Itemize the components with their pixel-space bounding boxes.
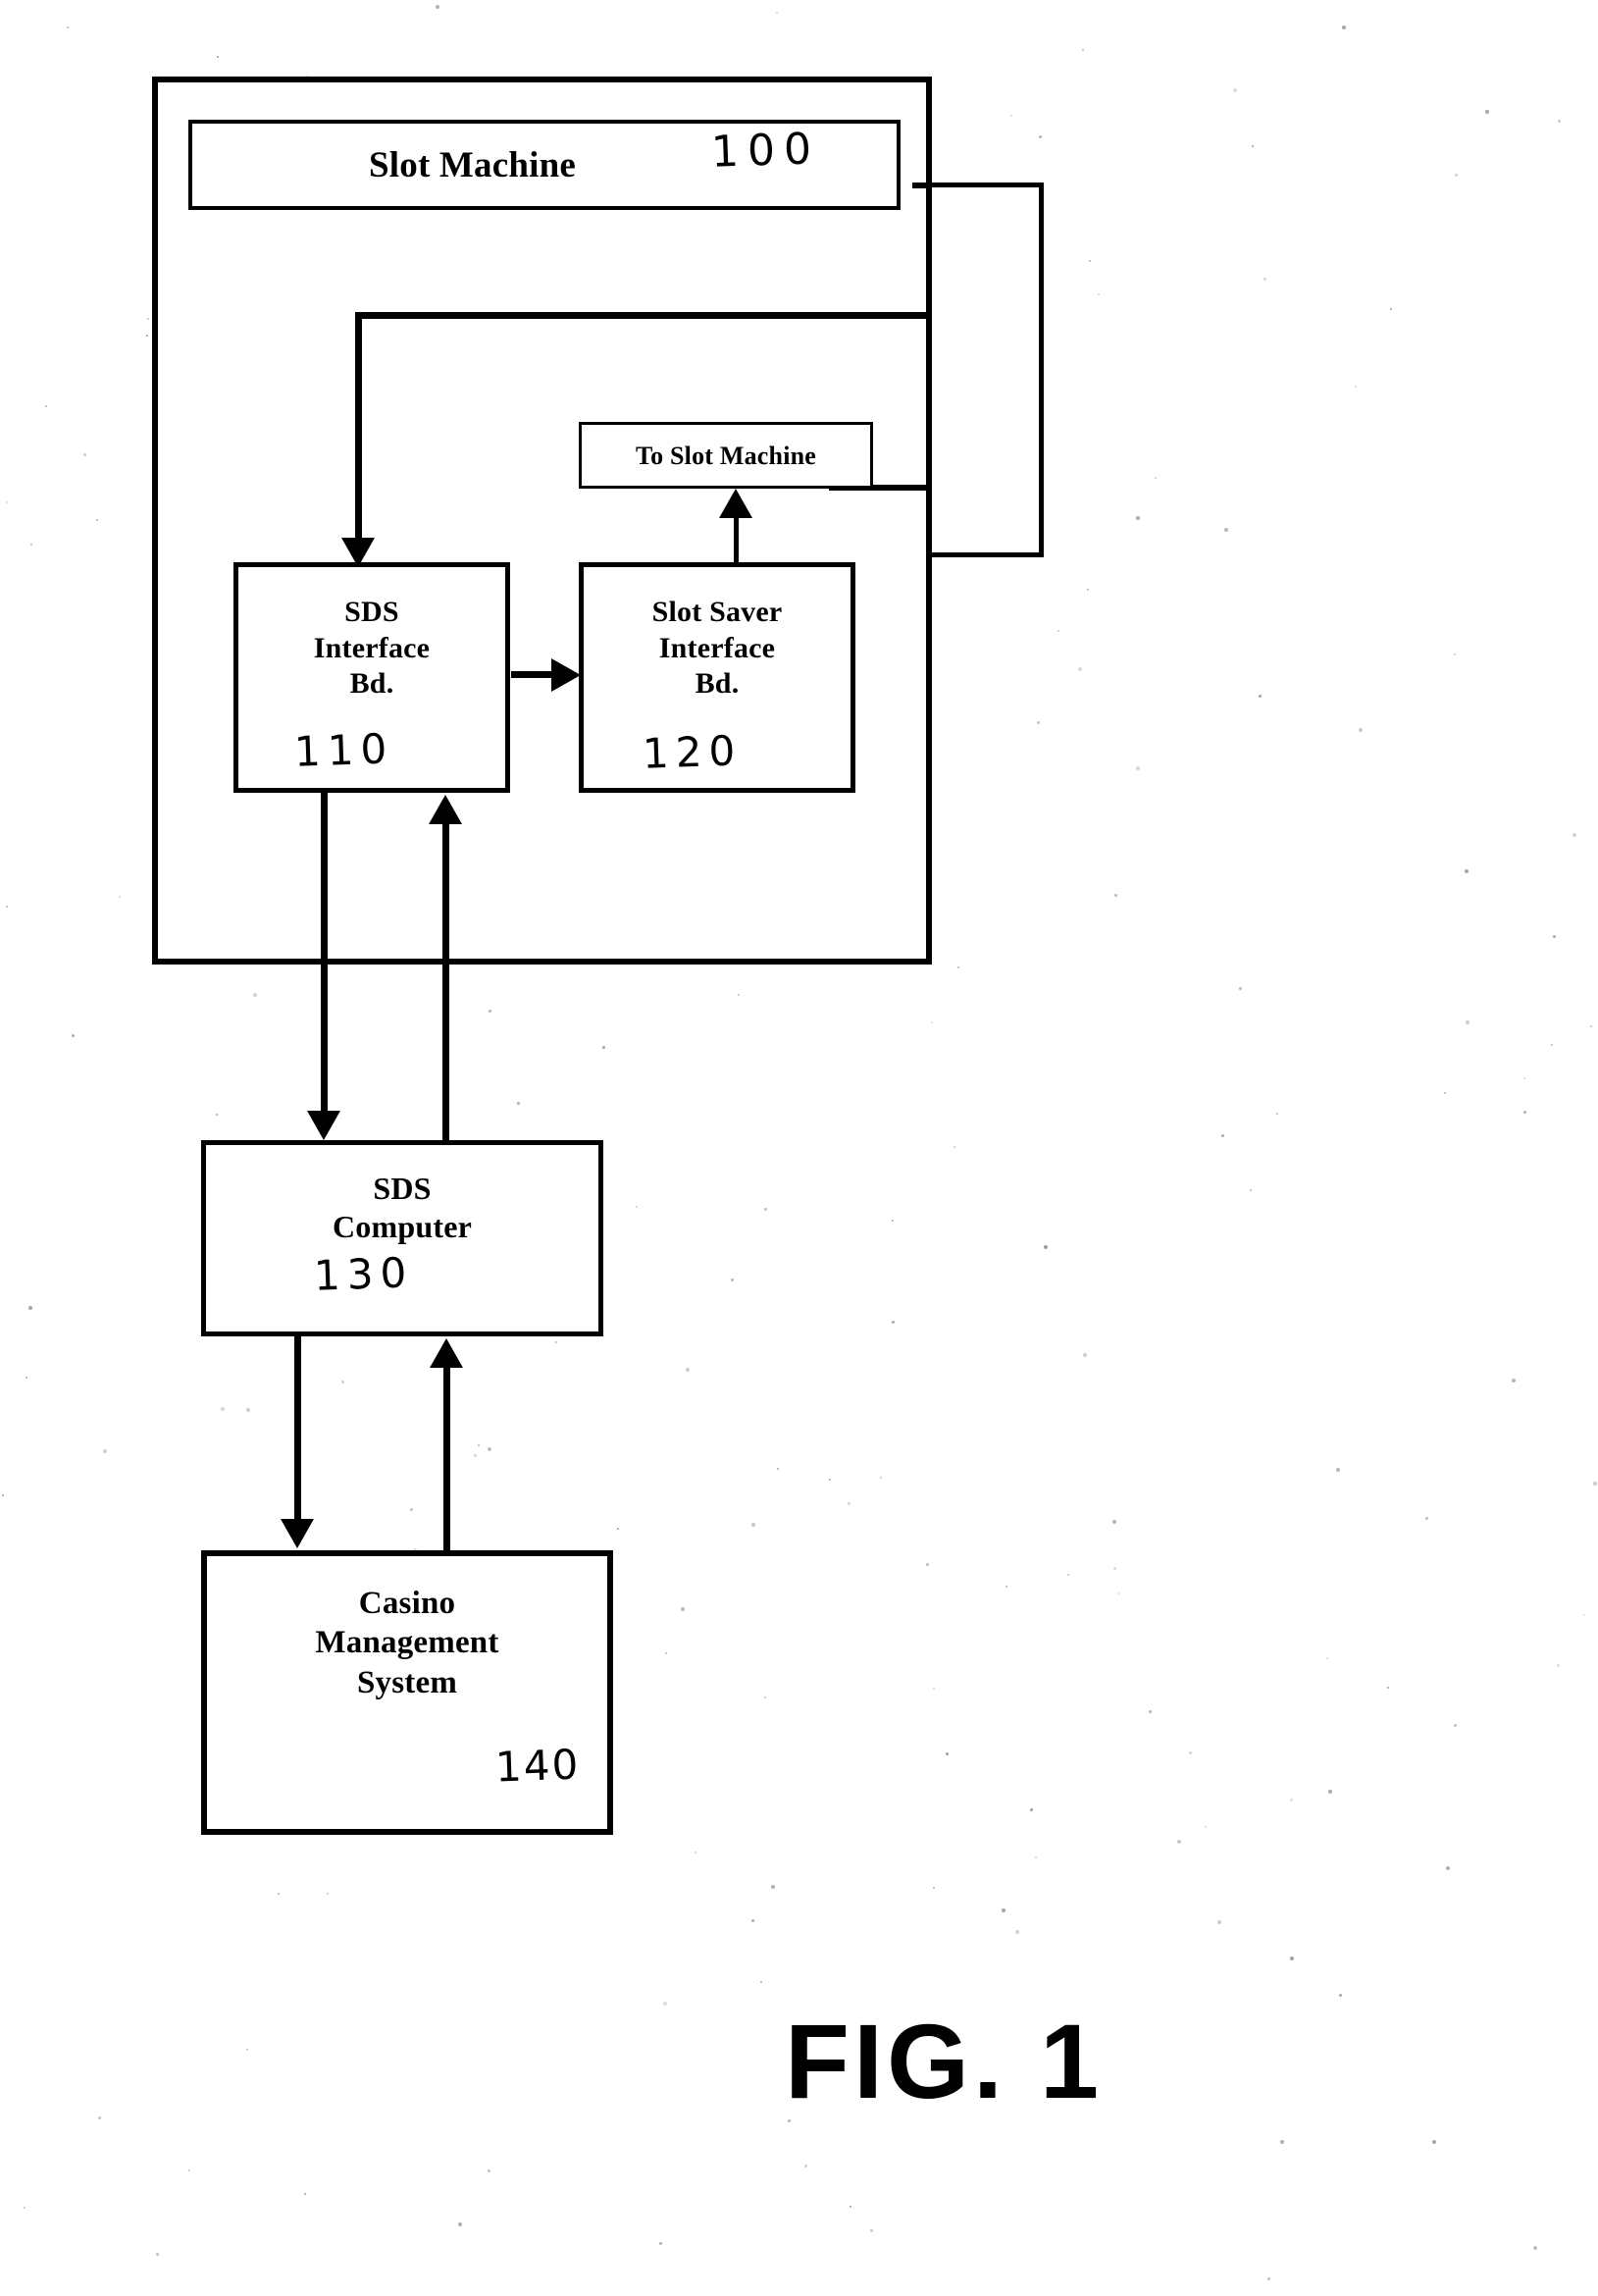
reference-numeral-120: 120 xyxy=(642,726,743,778)
patent-figure: Slot Machine 100 SDS Interface Bd. 110 S… xyxy=(0,0,1598,2296)
sds-up-line xyxy=(442,822,449,1142)
slotsaver-to-toslot-arrow xyxy=(719,489,752,518)
casino-label-group: Casino Management System xyxy=(207,1584,607,1702)
reference-numeral-110: 110 xyxy=(293,724,394,776)
sds-interface-line1: SDS xyxy=(344,596,399,628)
figure-caption: FIG. 1 xyxy=(785,2002,1104,2120)
feed-line-vertical xyxy=(355,312,362,553)
to-slot-machine-label: To Slot Machine xyxy=(635,442,817,470)
casino-management-system-box: Casino Management System xyxy=(201,1550,613,1835)
sds-to-slotsaver-arrow xyxy=(551,658,581,692)
slot-saver-line3: Bd. xyxy=(695,667,740,701)
sds-interface-line3: Bd. xyxy=(349,667,394,701)
reference-numeral-130: 130 xyxy=(313,1248,414,1300)
sds-up-arrow xyxy=(429,795,462,824)
cms-down-arrow xyxy=(281,1519,314,1548)
slot-saver-line2: Interface xyxy=(658,631,776,664)
loop-stub-top xyxy=(912,183,932,188)
casino-line3: System xyxy=(356,1664,458,1700)
feed-line-horizontal xyxy=(355,312,929,319)
reference-numeral-100: 100 xyxy=(710,124,821,178)
slot-saver-line1: Slot Saver xyxy=(651,596,783,628)
sds-computer-line2: Computer xyxy=(332,1209,473,1245)
casino-line1: Casino xyxy=(358,1586,456,1621)
sds-computer-line1: SDS xyxy=(373,1171,432,1206)
reference-numeral-140: 140 xyxy=(494,1740,582,1792)
return-loop-path xyxy=(926,183,1044,557)
cms-up-arrow xyxy=(430,1338,463,1368)
slot-saver-label-group: Slot Saver Interface Bd. xyxy=(584,595,851,703)
sds-to-slotsaver-line xyxy=(511,671,554,678)
cms-up-line xyxy=(443,1366,450,1550)
sds-interface-label-group: SDS Interface Bd. xyxy=(238,595,505,703)
slotsaver-to-toslot-line xyxy=(734,518,739,565)
sds-computer-box: SDS Computer xyxy=(201,1140,603,1336)
sds-down-arrow xyxy=(307,1111,340,1140)
cms-down-line xyxy=(294,1336,301,1533)
sds-down-line xyxy=(321,793,328,1124)
casino-line2: Management xyxy=(315,1625,499,1661)
sds-interface-line2: Interface xyxy=(313,631,431,664)
sds-computer-label-group: SDS Computer xyxy=(206,1170,598,1246)
to-slot-machine-box: To Slot Machine xyxy=(579,422,873,489)
